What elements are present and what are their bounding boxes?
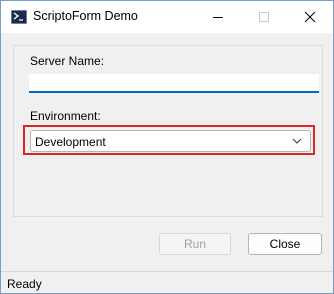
- server-name-label: Server Name:: [30, 54, 105, 68]
- chevron-down-icon: [292, 138, 302, 144]
- maximize-icon: [259, 12, 269, 22]
- powershell-icon: [11, 10, 27, 24]
- environment-label: Environment:: [30, 109, 101, 123]
- environment-selected-value: Development: [35, 135, 106, 149]
- window-title: ScriptoForm Demo: [33, 9, 138, 23]
- status-bar: Ready: [1, 271, 333, 293]
- minimize-icon: [213, 17, 223, 18]
- title-bar[interactable]: ScriptoForm Demo: [1, 1, 333, 33]
- environment-dropdown[interactable]: Development: [30, 130, 311, 152]
- server-name-input[interactable]: [29, 74, 319, 93]
- app-window: ScriptoForm Demo Server Name: Environmen…: [0, 0, 334, 294]
- close-icon: [304, 11, 316, 23]
- close-window-button[interactable]: [287, 1, 333, 33]
- status-text: Ready: [7, 277, 42, 291]
- close-button[interactable]: Close: [248, 233, 322, 255]
- run-button[interactable]: Run: [159, 233, 231, 255]
- minimize-button[interactable]: [195, 1, 241, 33]
- form-panel: Server Name: Environment: Development: [13, 45, 323, 217]
- maximize-button[interactable]: [241, 1, 287, 33]
